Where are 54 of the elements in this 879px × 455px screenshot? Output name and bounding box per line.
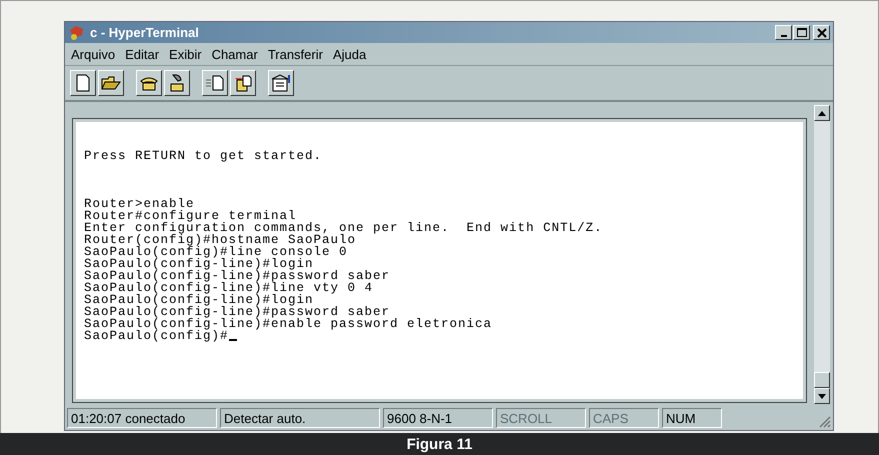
terminal-line: SaoPaulo(config-line)#login xyxy=(84,258,314,270)
properties-button[interactable] xyxy=(268,70,294,96)
status-pane: Detectar auto. xyxy=(220,408,380,428)
terminal-line: Press RETURN to get started. xyxy=(84,150,322,162)
disconnect-button[interactable] xyxy=(164,70,190,96)
terminal-line: SaoPaulo(config)# xyxy=(84,330,229,342)
close-icon xyxy=(816,28,826,38)
new-file-button[interactable] xyxy=(70,70,96,96)
terminal-line: Enter configuration commands, one per line. End with CNTL/Z. xyxy=(84,222,603,234)
terminal-line: SaoPaulo(config-line)#enable password eletronica xyxy=(84,318,492,330)
send-file-button[interactable] xyxy=(202,70,228,96)
up-arrow-icon xyxy=(818,110,826,116)
window-title: c - HyperTerminal xyxy=(90,25,199,40)
call-button[interactable] xyxy=(136,70,162,96)
menu-item[interactable]: Editar xyxy=(125,46,160,62)
document-icon xyxy=(75,74,91,92)
menu-item[interactable]: Chamar xyxy=(212,46,258,62)
figure-caption: Figura 11 xyxy=(0,433,879,455)
menu-item[interactable]: Ajuda xyxy=(332,46,366,62)
terminal-screen[interactable] xyxy=(73,119,806,402)
receive-file-button[interactable] xyxy=(230,70,256,96)
close-button[interactable] xyxy=(813,25,830,40)
terminal-line: Router#configure terminal xyxy=(84,210,297,222)
status-pane: NUM xyxy=(662,408,722,428)
properties-icon xyxy=(271,74,291,92)
scroll-down-button[interactable] xyxy=(814,388,830,404)
vertical-scrollbar[interactable] xyxy=(814,105,830,404)
terminal-line: Router>enable xyxy=(84,198,195,210)
menu-item[interactable]: Exibir xyxy=(169,46,202,62)
status-pane: SCROLL xyxy=(496,408,586,428)
terminal-line: SaoPaulo(config-line)#password saber xyxy=(84,270,390,282)
status-pane: 01:20:07 conectado xyxy=(67,408,217,428)
down-arrow-icon xyxy=(818,394,826,398)
scroll-thumb[interactable] xyxy=(814,372,830,388)
document-icon xyxy=(205,74,225,92)
folder-icon xyxy=(101,75,121,91)
maximize-button[interactable] xyxy=(793,25,810,40)
maximize-icon xyxy=(796,28,806,38)
minimize-button[interactable] xyxy=(775,25,792,40)
terminal-line: SaoPaulo(config-line)#line vty 0 4 xyxy=(84,282,374,294)
open-folder-button[interactable] xyxy=(98,70,124,96)
scroll-up-button[interactable] xyxy=(814,105,830,121)
terminal-line: SaoPaulo(config-line)#password saber xyxy=(84,306,390,318)
menu-item[interactable]: Arquivo xyxy=(71,46,116,62)
status-pane: CAPS xyxy=(589,408,659,428)
documents-icon xyxy=(233,74,253,92)
terminal-line: SaoPaulo(config-line)#login xyxy=(84,294,314,306)
minimize-icon xyxy=(780,35,786,37)
status-pane: 9600 8-N-1 xyxy=(383,408,493,428)
terminal-line: SaoPaulo(config)#line console 0 xyxy=(84,246,348,258)
text-cursor xyxy=(228,339,237,341)
terminal-line: Router(config)#hostname SaoPaulo xyxy=(84,234,356,246)
resize-grip-icon[interactable] xyxy=(817,414,831,428)
menu-item[interactable]: Transferir xyxy=(268,46,323,62)
